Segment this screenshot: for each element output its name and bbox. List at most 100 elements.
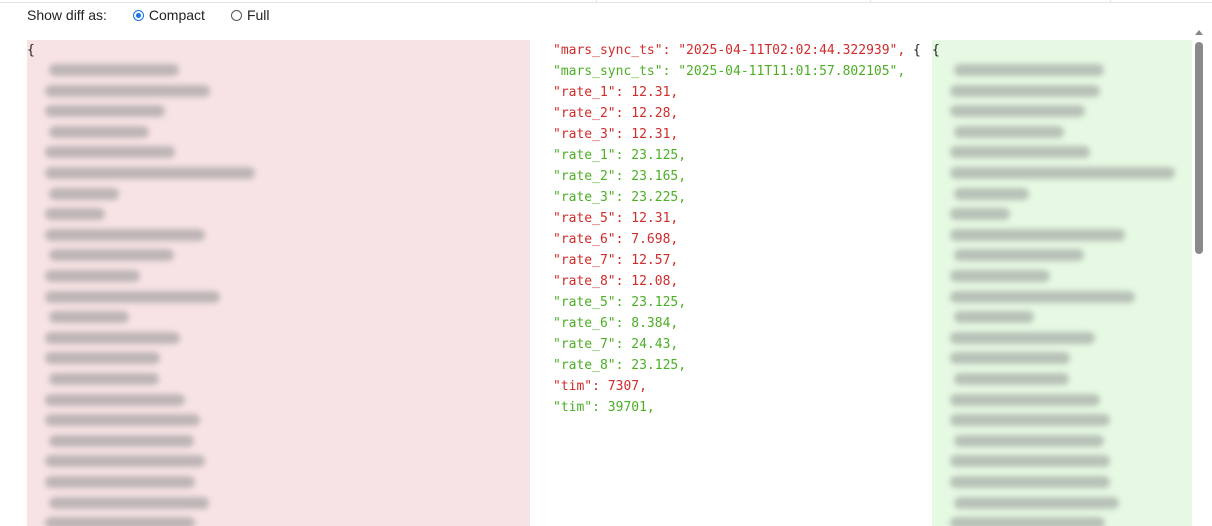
redacted-line [45, 228, 205, 241]
redacted-line [950, 517, 1105, 526]
left-open-brace: { [27, 43, 35, 58]
added-line: "rate_7": 24.43, [553, 334, 933, 355]
added-line: "rate_8": 23.125, [553, 355, 933, 376]
redacted-line [49, 311, 129, 324]
redacted-line [45, 455, 205, 468]
redacted-line [49, 496, 209, 509]
redacted-line [950, 270, 1050, 282]
redacted-line [950, 414, 1110, 427]
redacted-line [954, 249, 1084, 262]
redacted-line [950, 455, 1110, 468]
added-line: "rate_2": 23.165, [553, 166, 933, 187]
removed-line: "rate_3": 12.31, [553, 124, 933, 145]
redacted-line [45, 414, 200, 427]
removed-line: "mars_sync_ts": "2025-04-11T02:02:44.322… [553, 40, 933, 61]
compact-radio-label[interactable]: Compact [149, 7, 205, 23]
vertical-scrollbar[interactable] [1194, 30, 1204, 526]
diff-mode-label: Show diff as: [27, 7, 107, 23]
right-json-pane: { [932, 40, 1192, 526]
redacted-line [45, 517, 195, 526]
added-line: "rate_5": 23.125, [553, 292, 933, 313]
redacted-line [49, 125, 149, 138]
diff-line-text: "rate_3": 23.225, [553, 190, 687, 205]
redacted-line [49, 249, 174, 262]
diff-line-tail: { [905, 43, 921, 58]
diff-line-text: "rate_6": 8.384, [553, 316, 679, 331]
redacted-line [950, 146, 1090, 159]
redacted-line [954, 434, 1104, 447]
redacted-line [950, 167, 1175, 179]
diff-line-text: "rate_8": 12.08, [553, 274, 679, 289]
full-radio-label[interactable]: Full [247, 7, 270, 23]
scrollbar-thumb[interactable] [1195, 42, 1203, 254]
redacted-line [45, 352, 160, 365]
redacted-line [45, 84, 210, 97]
redacted-line [950, 84, 1100, 97]
diff-line-text: "rate_7": 24.43, [553, 337, 679, 352]
redacted-line [954, 311, 1034, 324]
removed-line: "rate_2": 12.28, [553, 103, 933, 124]
diff-line-text: "tim": 39701, [553, 400, 655, 415]
redacted-line [45, 208, 105, 221]
redacted-line [45, 270, 140, 282]
removed-line: "rate_1": 12.31, [553, 82, 933, 103]
redacted-line [45, 393, 185, 406]
redacted-line [49, 373, 159, 385]
redacted-line [950, 208, 1010, 221]
removed-line: "rate_6": 7.698, [553, 229, 933, 250]
redacted-line [954, 64, 1104, 76]
redacted-line [45, 146, 175, 159]
redacted-line [45, 167, 255, 179]
added-line: "tim": 39701, [553, 397, 933, 418]
diff-line-text: "rate_8": 23.125, [553, 358, 687, 373]
right-open-brace: { [932, 43, 940, 58]
diff-line-text: "rate_2": 12.28, [553, 106, 679, 121]
removed-line: "tim": 7307, [553, 376, 933, 397]
redacted-line [49, 64, 179, 76]
redacted-line [950, 331, 1095, 344]
diff-line-text: "mars_sync_ts": "2025-04-11T02:02:44.322… [553, 43, 906, 58]
redacted-line [950, 393, 1100, 406]
top-divider [0, 0, 1212, 3]
redacted-line [954, 125, 1064, 138]
added-line: "rate_1": 23.125, [553, 145, 933, 166]
removed-line: "rate_8": 12.08, [553, 271, 933, 292]
redacted-line [49, 187, 119, 200]
diff-mode-options: Show diff as: Compact Full [27, 6, 296, 24]
redacted-line [45, 105, 165, 118]
diff-line-text: "rate_5": 23.125, [553, 295, 687, 310]
added-line: "mars_sync_ts": "2025-04-11T11:01:57.802… [553, 61, 933, 82]
diff-line-text: "rate_5": 12.31, [553, 211, 679, 226]
removed-line: "rate_5": 12.31, [553, 208, 933, 229]
scroll-up-arrow-icon[interactable] [1195, 30, 1203, 35]
redacted-line [45, 476, 195, 488]
diff-viewer: Show diff as: Compact Full { "mars_sync_… [0, 0, 1212, 526]
compact-radio[interactable]: Compact [132, 7, 205, 23]
diff-line-text: "tim": 7307, [553, 379, 647, 394]
diff-line-text: "rate_7": 12.57, [553, 253, 679, 268]
redacted-line [954, 373, 1069, 385]
redacted-line [45, 331, 180, 344]
diff-line-text: "rate_3": 12.31, [553, 127, 679, 142]
redacted-line [954, 187, 1029, 200]
redacted-line [45, 290, 220, 303]
redacted-line [954, 496, 1119, 509]
full-radio-indicator[interactable] [230, 9, 242, 21]
diff-line-text: "rate_1": 23.125, [553, 148, 687, 163]
left-json-pane: { [27, 40, 530, 526]
redacted-line [950, 476, 1110, 488]
added-line: "rate_3": 23.225, [553, 187, 933, 208]
diff-line-text: "rate_2": 23.165, [553, 169, 687, 184]
redacted-line [950, 105, 1085, 118]
diff-line-text: "rate_6": 7.698, [553, 232, 679, 247]
full-radio[interactable]: Full [230, 7, 270, 23]
redacted-line [49, 434, 194, 447]
compact-radio-indicator[interactable] [132, 9, 144, 21]
redacted-line [950, 352, 1070, 365]
diff-line-text: "rate_1": 12.31, [553, 85, 679, 100]
added-line: "rate_6": 8.384, [553, 313, 933, 334]
redacted-line [950, 228, 1125, 241]
diff-line-text: "mars_sync_ts": "2025-04-11T11:01:57.802… [553, 64, 906, 79]
removed-line: "rate_7": 12.57, [553, 250, 933, 271]
diff-lines: "mars_sync_ts": "2025-04-11T02:02:44.322… [553, 40, 933, 418]
